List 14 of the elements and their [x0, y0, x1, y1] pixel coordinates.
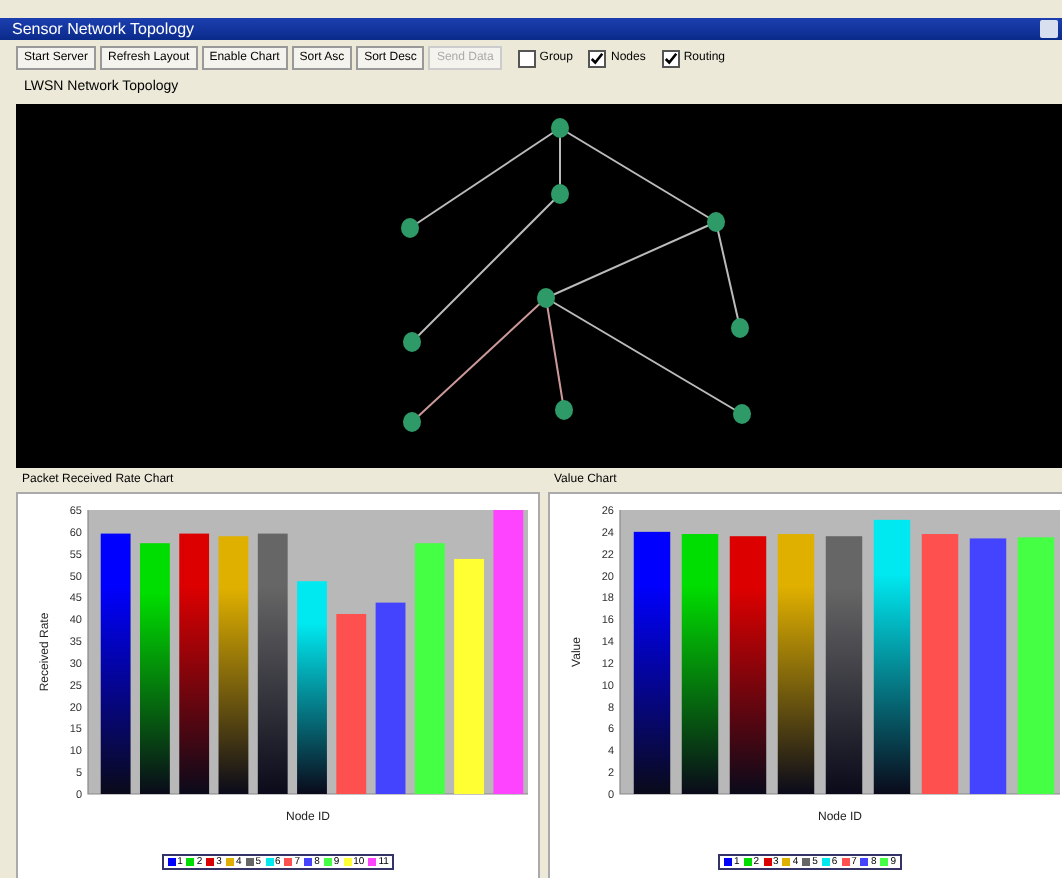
network-node[interactable] — [551, 184, 569, 204]
network-node[interactable] — [403, 412, 421, 432]
network-node[interactable] — [555, 400, 573, 420]
network-node[interactable] — [707, 212, 725, 232]
network-node[interactable] — [551, 118, 569, 138]
network-node[interactable] — [537, 288, 555, 308]
network-node[interactable] — [403, 332, 421, 352]
checkbox[interactable] — [517, 49, 536, 67]
window-title: Sensor Network Topology — [12, 20, 195, 38]
checkbox[interactable] — [661, 49, 680, 67]
network-node[interactable] — [731, 318, 749, 338]
network-node[interactable] — [401, 218, 419, 238]
network-node[interactable] — [733, 404, 751, 424]
checkbox[interactable] — [588, 49, 607, 67]
